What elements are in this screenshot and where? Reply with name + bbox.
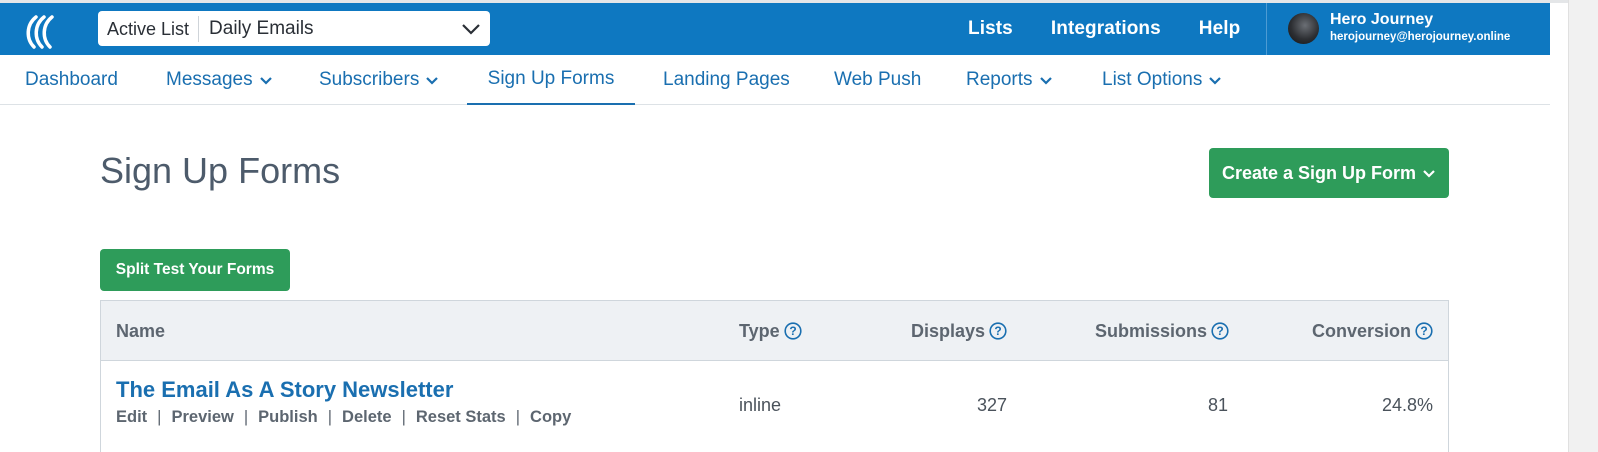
preview-action[interactable]: Preview (171, 408, 233, 427)
nav-label: Sign Up Forms (487, 68, 615, 89)
column-displays[interactable]: Displays ? (911, 301, 1007, 361)
separator: | (515, 408, 521, 426)
edit-action[interactable]: Edit (116, 408, 147, 427)
nav-reports[interactable]: Reports (966, 55, 1053, 105)
nav-label: Messages (166, 69, 253, 90)
nav-label: List Options (1102, 69, 1203, 90)
publish-action[interactable]: Publish (258, 408, 318, 427)
active-list-label: Active List (98, 15, 200, 42)
column-label: Name (116, 320, 166, 341)
forms-table: Name Type ? Displays ? Submissions ? Con… (100, 300, 1449, 452)
help-icon[interactable]: ? (784, 322, 802, 340)
help-link[interactable]: Help (1199, 18, 1241, 40)
user-name: Hero Journey (1330, 11, 1434, 28)
column-label: Conversion (1312, 320, 1412, 341)
reset-stats-action[interactable]: Reset Stats (416, 408, 506, 427)
create-sign-up-form-button[interactable]: Create a Sign Up Form (1209, 148, 1449, 198)
row-actions: Edit | Preview | Publish | Delete | Rese… (116, 408, 571, 427)
top-links: Lists Integrations Help (968, 3, 1240, 55)
nav-label: Dashboard (25, 69, 118, 90)
column-type[interactable]: Type ? (739, 301, 802, 361)
chevron-down-icon (452, 11, 490, 46)
help-icon[interactable]: ? (989, 322, 1007, 340)
column-label: Displays (911, 320, 986, 341)
column-conversion[interactable]: Conversion ? (1312, 301, 1433, 361)
create-button-label: Create a Sign Up Form (1221, 162, 1417, 183)
page-scrollbar[interactable] (1568, 0, 1598, 452)
split-button-label: Split Test Your Forms (115, 261, 275, 278)
active-list-value: Daily Emails (209, 17, 314, 39)
chevron-down-icon (1422, 166, 1436, 180)
form-conversion: 24.8% (1381, 395, 1433, 415)
split-test-forms-button[interactable]: Split Test Your Forms (100, 249, 290, 291)
separator: | (401, 408, 406, 426)
help-icon[interactable]: ? (1415, 322, 1433, 340)
form-submissions: 81 (1207, 395, 1228, 415)
nav-messages[interactable]: Messages (166, 55, 273, 105)
chevron-down-icon (425, 73, 439, 87)
avatar (1288, 13, 1319, 44)
nav-label: Subscribers (319, 69, 420, 90)
form-displays: 327 (976, 395, 1007, 415)
nav-dashboard[interactable]: Dashboard (25, 55, 118, 105)
table-header: Name Type ? Displays ? Submissions ? Con… (101, 301, 1448, 361)
page-title: Sign Up Forms (100, 150, 341, 191)
column-label: Submissions (1095, 320, 1208, 341)
column-submissions[interactable]: Submissions ? (1095, 301, 1229, 361)
nav-label: Reports (966, 69, 1033, 90)
active-list-selector[interactable]: Active List Daily Emails (98, 11, 490, 46)
form-type: inline (739, 395, 782, 415)
form-name-link[interactable]: The Email As A Story Newsletter (116, 377, 453, 403)
column-name[interactable]: Name (116, 301, 165, 361)
svg-text:?: ? (1216, 324, 1223, 338)
help-icon[interactable]: ? (1211, 322, 1229, 340)
separator: | (243, 408, 249, 426)
svg-text:?: ? (994, 324, 1001, 338)
app-window: Active List Daily Emails Lists Integrati… (0, 0, 1598, 452)
separator: | (157, 408, 162, 426)
delete-action[interactable]: Delete (342, 408, 392, 427)
nav-web-push[interactable]: Web Push (834, 55, 921, 105)
chevron-down-icon (1208, 73, 1222, 87)
svg-text:?: ? (789, 324, 796, 338)
nav-label: Landing Pages (663, 69, 790, 90)
column-label: Type (739, 320, 780, 341)
chevron-down-icon (1039, 73, 1053, 87)
separator: | (327, 408, 333, 426)
nav-landing-pages[interactable]: Landing Pages (663, 55, 790, 105)
nav-subscribers[interactable]: Subscribers (319, 55, 439, 105)
aweber-logo-icon[interactable] (22, 11, 62, 51)
lists-link[interactable]: Lists (968, 18, 1013, 40)
main-nav: Dashboard Messages Subscribers Sign Up F… (0, 55, 1550, 105)
svg-text:?: ? (1420, 324, 1427, 338)
user-menu[interactable]: Hero Journey herojourney@herojourney.onl… (1266, 3, 1550, 55)
nav-sign-up-forms[interactable]: Sign Up Forms (467, 55, 635, 105)
copy-action[interactable]: Copy (530, 408, 571, 427)
integrations-link[interactable]: Integrations (1051, 18, 1161, 40)
nav-label: Web Push (834, 69, 922, 90)
chevron-down-icon (259, 73, 273, 87)
user-email: herojourney@herojourney.online (1330, 31, 1511, 43)
nav-list-options[interactable]: List Options (1102, 55, 1222, 105)
